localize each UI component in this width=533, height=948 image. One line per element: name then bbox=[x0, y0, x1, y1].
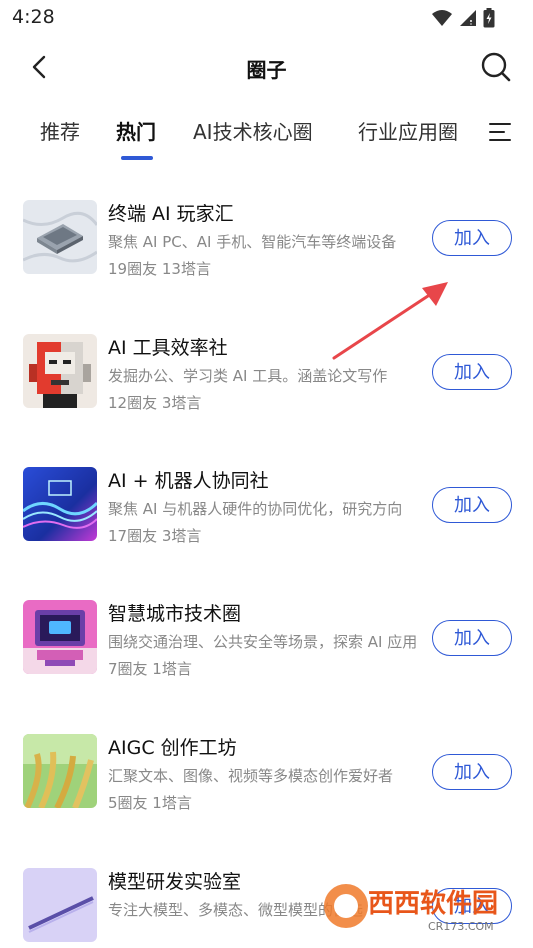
watermark-brand: 西西软件园 bbox=[368, 889, 498, 919]
item-name: 模型研发实验室 bbox=[108, 871, 242, 893]
thumbnail-robot bbox=[23, 334, 97, 408]
join-button[interactable]: 加入 bbox=[432, 620, 512, 656]
list-item[interactable]: 智慧城市技术圈 围绕交通治理、公共安全等场景，探索 AI 应用 7圈友 1塔言 … bbox=[0, 570, 533, 680]
tab-recommend[interactable]: 推荐 bbox=[40, 116, 80, 145]
item-desc: 围绕交通治理、公共安全等场景，探索 AI 应用 bbox=[108, 633, 418, 651]
page-title: 圈子 bbox=[246, 58, 287, 82]
watermark-logo: 西西软件园 CR173.COM bbox=[324, 884, 498, 933]
status-time: 4:28 bbox=[12, 6, 55, 28]
list-item[interactable]: AIGC 创作工坊 汇聚文本、图像、视频等多模态创作爱好者 5圈友 1塔言 加入 bbox=[0, 704, 533, 814]
item-name: 终端 AI 玩家汇 bbox=[108, 203, 234, 225]
thumbnail-ai-computer bbox=[23, 600, 97, 674]
battery-icon bbox=[483, 8, 495, 28]
active-tab-indicator bbox=[121, 156, 153, 160]
status-bar: 4:28 bbox=[0, 0, 533, 36]
tab-industry[interactable]: 行业应用圈 bbox=[358, 116, 458, 145]
item-desc: 聚焦 AI PC、AI 手机、智能汽车等终端设备 bbox=[108, 233, 397, 251]
thumbnail-chip bbox=[23, 200, 97, 274]
join-button[interactable]: 加入 bbox=[432, 754, 512, 790]
item-stats: 17圈友 3塔言 bbox=[108, 527, 202, 545]
signal-icon bbox=[460, 10, 476, 26]
item-stats: 7圈友 1塔言 bbox=[108, 660, 192, 678]
thumbnail-wheat bbox=[23, 734, 97, 808]
join-button[interactable]: 加入 bbox=[432, 487, 512, 523]
item-desc: 聚焦 AI 与机器人硬件的协同优化，研究方向 bbox=[108, 500, 403, 518]
item-name: 智慧城市技术圈 bbox=[108, 603, 242, 625]
item-name: AI 工具效率社 bbox=[108, 337, 228, 359]
list-item[interactable]: AI + 机器人协同社 聚焦 AI 与机器人硬件的协同优化，研究方向 17圈友 … bbox=[0, 437, 533, 547]
item-stats: 5圈友 1塔言 bbox=[108, 794, 192, 812]
item-stats: 19圈友 13塔言 bbox=[108, 260, 211, 278]
search-icon bbox=[481, 52, 511, 82]
watermark-site: CR173.COM bbox=[428, 920, 494, 933]
thumbnail-lab bbox=[23, 868, 97, 942]
tab-hot[interactable]: 热门 bbox=[116, 116, 156, 145]
status-icons bbox=[431, 8, 495, 28]
item-desc: 汇聚文本、图像、视频等多模态创作爱好者 bbox=[108, 767, 394, 785]
thumbnail-neural-wave bbox=[23, 467, 97, 541]
nav-bar: 圈子 bbox=[0, 36, 533, 98]
menu-icon bbox=[489, 123, 511, 141]
item-name: AI + 机器人协同社 bbox=[108, 470, 269, 492]
item-stats: 12圈友 3塔言 bbox=[108, 394, 202, 412]
annotation-arrow bbox=[332, 282, 448, 360]
item-name: AIGC 创作工坊 bbox=[108, 737, 237, 759]
join-button[interactable]: 加入 bbox=[432, 220, 512, 256]
list-item[interactable]: 终端 AI 玩家汇 聚焦 AI PC、AI 手机、智能汽车等终端设备 19圈友 … bbox=[0, 170, 533, 280]
search-button[interactable] bbox=[479, 50, 513, 84]
category-tabs: 推荐 热门 AI技术核心圈 行业应用圈 bbox=[0, 108, 533, 164]
wifi-icon bbox=[432, 10, 452, 26]
tab-ai-core[interactable]: AI技术核心圈 bbox=[193, 116, 313, 145]
tabs-menu-button[interactable] bbox=[488, 120, 512, 144]
